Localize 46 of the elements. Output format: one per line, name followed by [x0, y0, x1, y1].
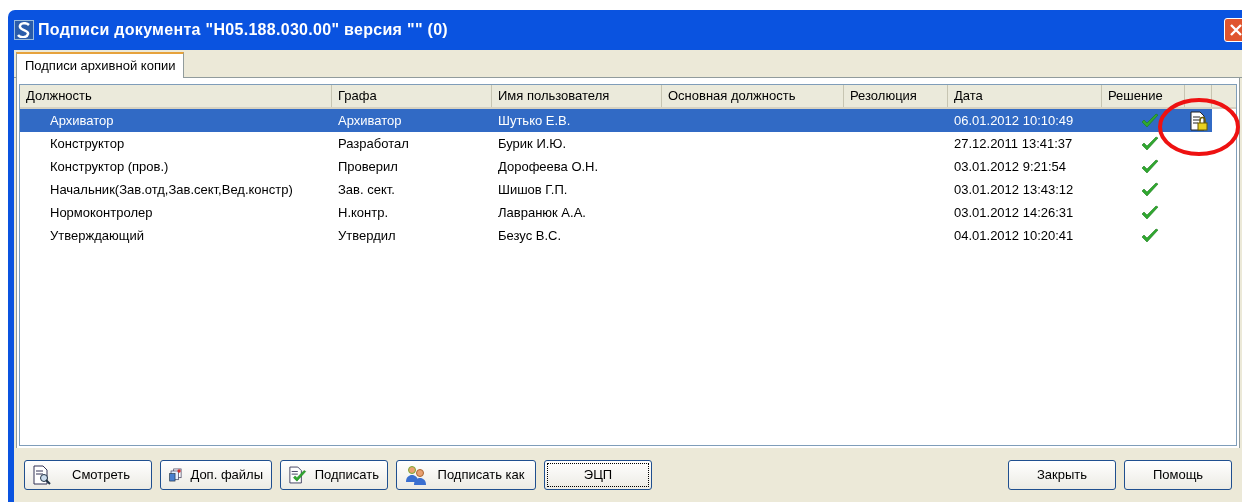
table-row[interactable]: Конструктор (пров.) Проверил Дорофеева О.Н. 03.01.2012 9:21:54 — [20, 155, 1236, 178]
table-cell-text: Утвердил — [337, 226, 397, 245]
table-cell-text: 06.01.2012 10:10:49 — [953, 111, 1075, 130]
button[interactable]: ЭЦП — [544, 460, 652, 490]
table-cell-text: 04.01.2012 10:20:41 — [953, 226, 1075, 245]
table-cell-text: Бурик И.Ю. — [497, 134, 568, 153]
column-header[interactable]: Резолюция — [844, 85, 948, 107]
table-cell-text: Зав. сект. — [337, 180, 396, 199]
window-title: Подписи документа "Н05.188.030.00" версия "" (0) — [38, 20, 448, 40]
table-cell-text: Утверждающий — [49, 226, 145, 245]
column-header[interactable]: Имя пользователя — [492, 85, 662, 107]
table-cell-text: Дорофеева О.Н. — [497, 157, 600, 176]
table-cell-text: 03.01.2012 9:21:54 — [953, 157, 1068, 176]
table-row[interactable]: Начальник(Зав.отд,Зав.сект,Вед.констр) Зав. сект. Шишов Г.П. 03.01.2012 13:43:12 — [20, 178, 1236, 201]
button[interactable]: Закрыть — [1008, 460, 1116, 490]
button[interactable]: Помощь — [1124, 460, 1232, 490]
table-cell-text: Безус В.С. — [497, 226, 563, 245]
table-cell-text: Шутько Е.В. — [497, 111, 572, 130]
button[interactable]: Смотреть — [24, 460, 152, 490]
table-cell-text: Архиватор — [337, 111, 403, 130]
column-header[interactable]: Основная должность — [662, 85, 844, 107]
table-cell-text: Н.контр. — [337, 203, 390, 222]
table-row[interactable]: Конструктор Разработал Бурик И.Ю. 27.12.2011 13:41:37 — [20, 132, 1236, 155]
button[interactable]: Подписать — [280, 460, 388, 490]
column-header[interactable]: Графа — [332, 85, 492, 107]
column-header[interactable]: Дата — [948, 85, 1102, 107]
table-cell-text: Нормоконтролер — [49, 203, 154, 222]
table-row[interactable]: Архиватор Архиватор Шутько Е.В. 06.01.2012 10:10:49 — [20, 109, 1212, 132]
table-cell-text: Конструктор — [49, 134, 126, 153]
table-cell-text: Архиватор — [49, 111, 115, 130]
tab[interactable]: Подписи архивной копии — [16, 52, 185, 78]
table-cell-text: Проверил — [337, 157, 399, 176]
button[interactable]: Подписать как — [396, 460, 536, 490]
table-row[interactable]: Нормоконтролер Н.контр. Лавранюк А.А. 03.01.2012 14:26:31 — [20, 201, 1236, 224]
column-header[interactable]: Должность — [20, 85, 332, 107]
table-cell-text: 03.01.2012 14:26:31 — [953, 203, 1075, 222]
table-cell-text: Разработал — [337, 134, 410, 153]
button[interactable]: Доп. файлы — [160, 460, 272, 490]
table-cell-text: Лавранюк А.А. — [497, 203, 587, 222]
table-cell-text: 03.01.2012 13:43:12 — [953, 180, 1075, 199]
table-row[interactable]: Утверждающий Утвердил Безус В.С. 04.01.2012 10:20:41 — [20, 224, 1236, 247]
table-cell-text: Начальник(Зав.отд,Зав.сект,Вед.констр) — [49, 180, 294, 199]
column-header[interactable]: Решение — [1102, 85, 1185, 107]
table-cell-text: Шишов Г.П. — [497, 180, 569, 199]
table-cell-text: Конструктор (пров.) — [49, 157, 170, 176]
table-cell-text: 27.12.2011 13:41:37 — [953, 134, 1074, 153]
